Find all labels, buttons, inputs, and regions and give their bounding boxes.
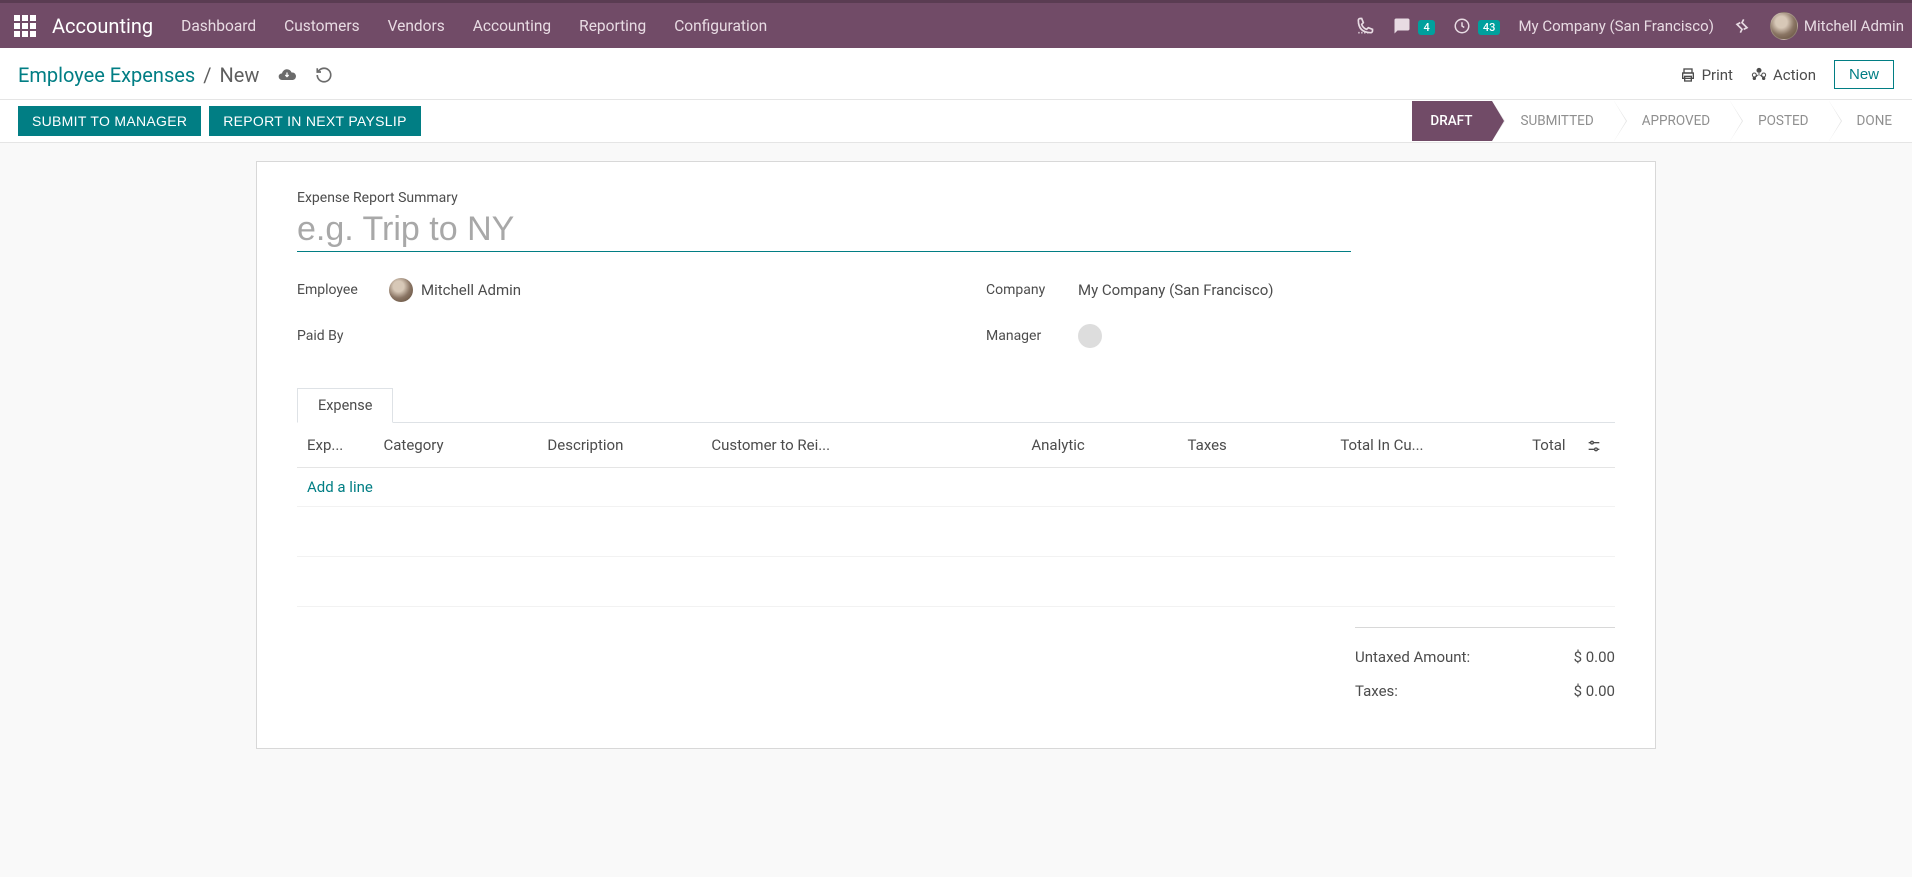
expense-table: Exp... Category Description Customer to …: [297, 423, 1615, 607]
untaxed-label: Untaxed Amount:: [1355, 648, 1470, 666]
nav-right: 4 43 My Company (San Francisco) Mitchell…: [1355, 12, 1904, 40]
col-category[interactable]: Category: [374, 423, 538, 468]
table-row-add: Add a line: [297, 468, 1615, 507]
table-row-blank: [297, 557, 1615, 607]
add-line-button[interactable]: Add a line: [307, 478, 373, 496]
activities-icon[interactable]: 43: [1453, 16, 1501, 36]
col-total-currency[interactable]: Total In Cu...: [1237, 423, 1434, 468]
apps-icon[interactable]: [12, 13, 38, 39]
breadcrumb: Employee Expenses / New: [18, 63, 333, 87]
manager-field[interactable]: [1078, 324, 1110, 348]
app-brand[interactable]: Accounting: [52, 14, 153, 38]
status-step-submitted[interactable]: SUBMITTED: [1492, 101, 1613, 141]
manager-label: Manager: [986, 328, 1062, 344]
nav-menu: Dashboard Customers Vendors Accounting R…: [181, 17, 767, 35]
messages-badge: 4: [1418, 20, 1434, 35]
table-row-blank: [297, 507, 1615, 557]
nav-company[interactable]: My Company (San Francisco): [1518, 17, 1713, 35]
col-customer[interactable]: Customer to Rei...: [701, 423, 898, 468]
statusbar: SUBMIT TO MANAGER REPORT IN NEXT PAYSLIP…: [0, 99, 1912, 142]
company-field[interactable]: My Company (San Francisco): [1078, 281, 1273, 299]
status-step-approved[interactable]: APPROVED: [1614, 101, 1730, 141]
employee-field[interactable]: Mitchell Admin: [389, 278, 521, 302]
totals: Untaxed Amount: $ 0.00 Taxes: $ 0.00: [297, 627, 1615, 708]
debug-icon[interactable]: [1732, 15, 1752, 36]
manager-avatar: [1078, 324, 1102, 348]
submit-to-manager-button[interactable]: SUBMIT TO MANAGER: [18, 106, 201, 136]
col-exp-date[interactable]: Exp...: [297, 423, 374, 468]
paid-by-label: Paid By: [297, 328, 373, 344]
company-label: Company: [986, 282, 1062, 298]
phone-icon[interactable]: [1355, 15, 1375, 36]
breadcrumb-separator: /: [203, 63, 211, 87]
col-description[interactable]: Description: [537, 423, 701, 468]
nav-item-vendors[interactable]: Vendors: [388, 17, 445, 35]
taxes-label: Taxes:: [1355, 682, 1398, 700]
summary-input[interactable]: [297, 210, 1351, 252]
print-button[interactable]: Print: [1680, 66, 1733, 84]
discard-icon[interactable]: [315, 65, 333, 85]
employee-label: Employee: [297, 282, 373, 298]
nav-item-customers[interactable]: Customers: [284, 17, 359, 35]
nav-item-accounting[interactable]: Accounting: [473, 17, 551, 35]
tab-expense[interactable]: Expense: [297, 388, 393, 423]
company-value: My Company (San Francisco): [1078, 281, 1273, 299]
nav-user[interactable]: Mitchell Admin: [1770, 12, 1904, 40]
form-sheet: Expense Report Summary Employee Mitchell…: [256, 161, 1656, 749]
employee-avatar: [389, 278, 413, 302]
breadcrumb-current: New: [219, 63, 259, 87]
summary-label: Expense Report Summary: [297, 190, 1615, 206]
status-step-draft[interactable]: DRAFT: [1412, 101, 1492, 141]
report-in-next-payslip-button[interactable]: REPORT IN NEXT PAYSLIP: [209, 106, 420, 136]
control-panel: Employee Expenses / New Print Action New: [0, 48, 1912, 143]
untaxed-value: $ 0.00: [1574, 648, 1615, 666]
activities-badge: 43: [1478, 20, 1501, 35]
action-button[interactable]: Action: [1751, 66, 1816, 84]
taxes-value: $ 0.00: [1574, 682, 1615, 700]
col-analytic[interactable]: Analytic: [898, 423, 1095, 468]
col-optional-toggle[interactable]: [1576, 423, 1615, 468]
cloud-save-icon[interactable]: [277, 64, 297, 85]
cp-actions: Print Action New: [1680, 60, 1894, 89]
nav-item-reporting[interactable]: Reporting: [579, 17, 646, 35]
col-taxes[interactable]: Taxes: [1095, 423, 1237, 468]
status-steps: DRAFT SUBMITTED APPROVED POSTED DONE: [1412, 101, 1912, 141]
avatar: [1770, 12, 1798, 40]
employee-value: Mitchell Admin: [421, 281, 521, 299]
new-button[interactable]: New: [1834, 60, 1894, 89]
nav-user-name: Mitchell Admin: [1804, 17, 1904, 35]
nav-item-dashboard[interactable]: Dashboard: [181, 17, 256, 35]
col-total[interactable]: Total: [1434, 423, 1576, 468]
messages-icon[interactable]: 4: [1393, 16, 1434, 36]
tabs: Expense Exp... Category Description Cust…: [297, 388, 1615, 708]
sliders-icon: [1586, 435, 1602, 455]
nav-item-configuration[interactable]: Configuration: [674, 17, 767, 35]
breadcrumb-parent[interactable]: Employee Expenses: [18, 63, 195, 87]
status-step-posted[interactable]: POSTED: [1730, 101, 1828, 141]
main-navbar: Accounting Dashboard Customers Vendors A…: [0, 0, 1912, 48]
